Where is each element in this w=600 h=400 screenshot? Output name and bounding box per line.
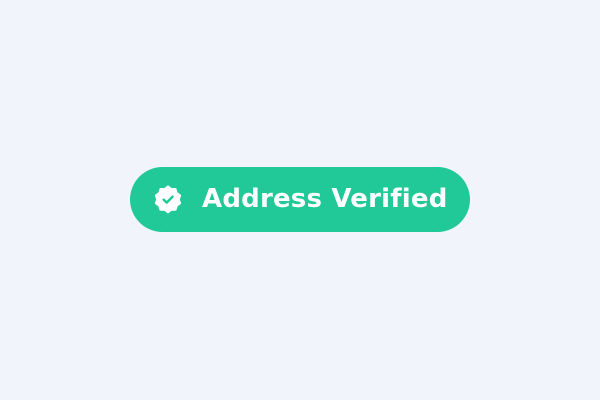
page: Address Verified xyxy=(0,0,600,400)
badge-label: Address Verified xyxy=(202,184,448,214)
address-verified-badge: Address Verified xyxy=(130,167,470,232)
verified-badge-check-icon xyxy=(152,184,184,216)
